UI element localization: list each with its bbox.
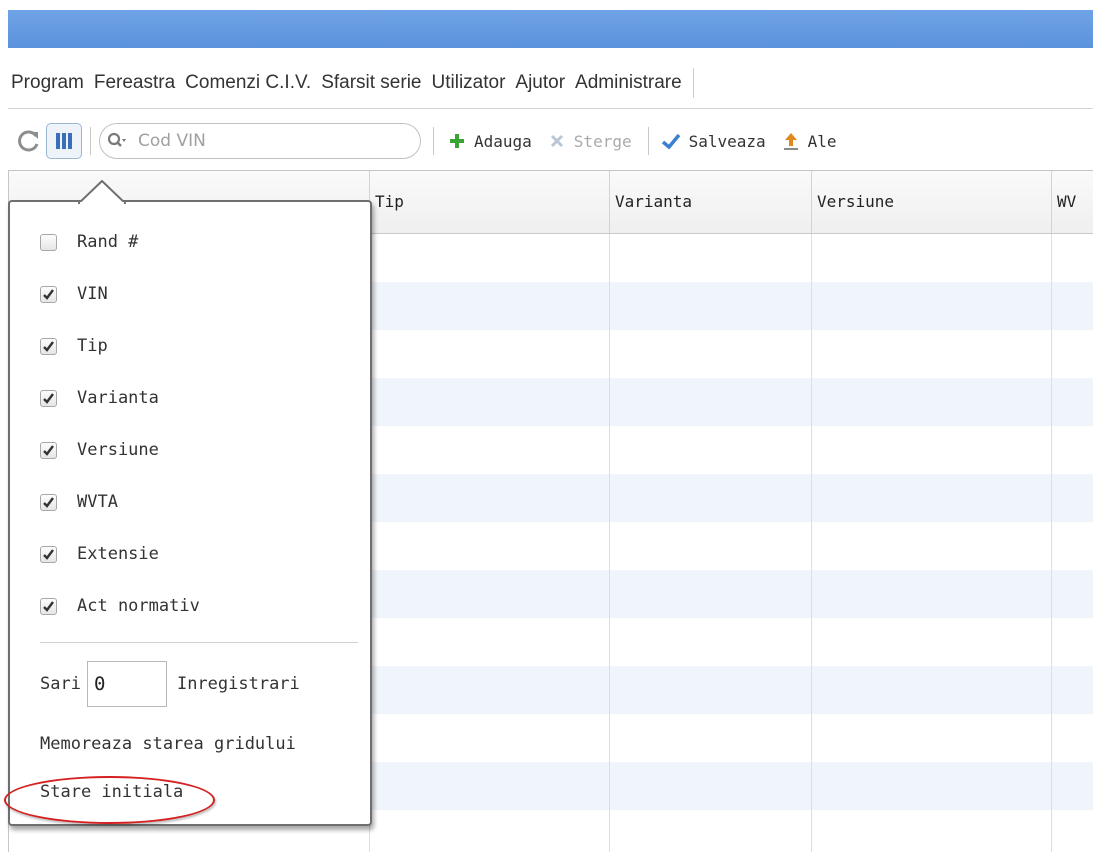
column-option-label: VIN <box>77 284 108 304</box>
skip-records-input[interactable] <box>86 661 167 707</box>
column-header-varianta[interactable]: Varianta <box>609 171 811 233</box>
toolbar-separator <box>647 127 649 155</box>
delete-label: Sterge <box>573 131 632 151</box>
column-header-tip[interactable]: Tip <box>369 171 609 233</box>
menu-divider <box>40 642 358 643</box>
columns-icon <box>56 133 72 149</box>
column-option-tip[interactable]: Tip <box>10 320 370 372</box>
vin-search-field[interactable] <box>99 123 421 159</box>
column-divider <box>1051 234 1052 852</box>
column-option-act-normativ[interactable]: Act normativ <box>10 580 370 632</box>
column-option-vin[interactable]: VIN <box>10 268 370 320</box>
column-header-versiune[interactable]: Versiune <box>811 171 1051 233</box>
add-button[interactable]: Adauga <box>448 132 532 151</box>
checkbox-checked[interactable] <box>40 337 57 355</box>
column-option-rand[interactable]: Rand # <box>10 216 370 268</box>
checkmark-icon <box>43 444 54 456</box>
checkbox-checked[interactable] <box>40 389 57 407</box>
column-option-label: Tip <box>77 336 108 356</box>
column-divider <box>609 234 610 852</box>
toolbar: Adauga Sterge Salveaza Ale <box>8 112 1093 171</box>
refresh-button[interactable] <box>12 124 46 158</box>
save-grid-state-item[interactable]: Memoreaza starea gridului <box>40 734 296 754</box>
plus-icon <box>448 132 466 150</box>
upload-icon <box>782 131 800 151</box>
checkmark-icon <box>661 132 681 150</box>
toolbar-separator <box>433 127 434 155</box>
search-icon <box>100 126 136 156</box>
checkbox-checked[interactable] <box>40 285 57 303</box>
delete-icon <box>548 132 566 150</box>
column-option-extensie[interactable]: Extensie <box>10 528 370 580</box>
save-button[interactable]: Salveaza <box>661 132 766 151</box>
refresh-icon <box>18 130 39 152</box>
columns-button[interactable] <box>46 123 82 159</box>
column-divider <box>811 234 812 852</box>
checkbox-unchecked[interactable] <box>40 233 57 251</box>
column-option-label: WVTA <box>77 492 118 512</box>
column-option-versiune[interactable]: Versiune <box>10 424 370 476</box>
checkmark-icon <box>43 340 54 352</box>
title-bar <box>8 10 1093 48</box>
menu-comenzi-civ[interactable]: Comenzi C.I.V. <box>182 72 314 94</box>
upload-label: Ale <box>807 131 837 151</box>
highlight-annotation <box>4 776 215 824</box>
column-option-label: Act normativ <box>77 596 200 616</box>
checkmark-icon <box>43 600 54 612</box>
vin-search-input[interactable] <box>136 130 390 152</box>
checkmark-icon <box>43 496 54 508</box>
skip-label: Sari <box>40 674 81 694</box>
menu-fereastra[interactable]: Fereastra <box>91 72 178 94</box>
menu-ajutor[interactable]: Ajutor <box>512 72 568 94</box>
menu-separator <box>692 68 694 98</box>
upload-button[interactable]: Ale <box>782 131 837 151</box>
checkbox-checked[interactable] <box>40 441 57 459</box>
checkbox-checked[interactable] <box>40 597 57 615</box>
delete-button[interactable]: Sterge <box>548 132 632 151</box>
column-option-wvta[interactable]: WVTA <box>10 476 370 528</box>
column-option-label: Extensie <box>77 544 159 564</box>
column-option-label: Varianta <box>77 388 159 408</box>
checkmark-icon <box>43 392 54 404</box>
checkbox-checked[interactable] <box>40 545 57 563</box>
checkmark-icon <box>43 288 54 300</box>
checkbox-checked[interactable] <box>40 493 57 511</box>
column-option-varianta[interactable]: Varianta <box>10 372 370 424</box>
menu-program[interactable]: Program <box>8 72 87 94</box>
menu-sfarsit-serie[interactable]: Sfarsit serie <box>318 72 424 94</box>
add-label: Adauga <box>474 131 532 151</box>
menu-bar: Program Fereastra Comenzi C.I.V. Sfarsit… <box>8 58 1093 109</box>
column-option-label: Versiune <box>77 440 159 460</box>
toolbar-separator <box>90 127 91 155</box>
menu-caret <box>78 180 126 204</box>
records-label: Inregistrari <box>176 674 300 694</box>
menu-utilizator[interactable]: Utilizator <box>429 72 509 94</box>
skip-records-row: Sari Inregistrari <box>10 654 370 714</box>
column-header-wvta[interactable]: WV <box>1051 171 1093 233</box>
checkmark-icon <box>43 548 54 560</box>
column-chooser-menu: Rand # VIN Tip Varianta Versiune WVTA Ex… <box>8 180 372 826</box>
save-label: Salveaza <box>688 131 766 151</box>
column-option-label: Rand # <box>77 232 139 252</box>
menu-administrare[interactable]: Administrare <box>572 72 685 94</box>
